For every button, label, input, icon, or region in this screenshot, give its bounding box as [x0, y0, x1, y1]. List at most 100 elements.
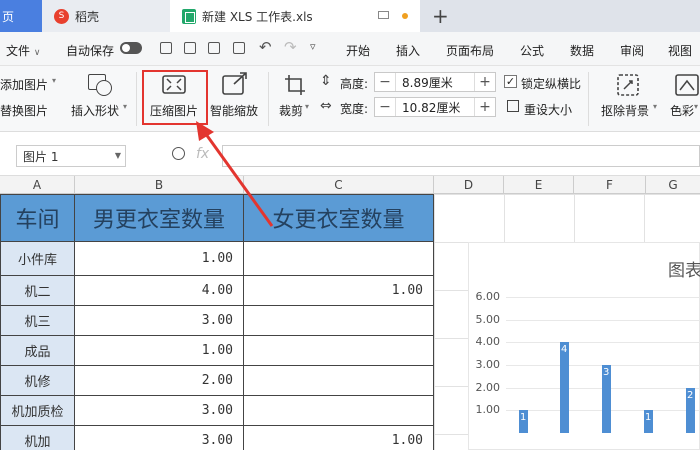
menu-start[interactable]: 开始: [346, 42, 370, 59]
table-cell-workshop[interactable]: 机三: [0, 306, 75, 336]
menu-formula[interactable]: 公式: [520, 42, 544, 59]
insert-shape-button[interactable]: 插入形状: [71, 102, 119, 119]
print-preview-icon[interactable]: [233, 42, 245, 54]
replace-image-button[interactable]: 替换图片: [0, 102, 48, 119]
smart-zoom-icon: [222, 72, 247, 95]
crop-button[interactable]: 裁剪: [279, 102, 303, 119]
lock-ratio-label: 锁定纵横比: [521, 77, 582, 91]
chevron-down-icon: ▾: [123, 102, 128, 111]
chevron-down-icon: ∨: [33, 48, 41, 58]
table-cell-workshop[interactable]: 机加质检: [0, 396, 75, 426]
table-cell-workshop[interactable]: 机加: [0, 426, 75, 450]
save-icon[interactable]: [160, 42, 172, 54]
unsaved-dot-icon: [402, 13, 408, 19]
menu-review[interactable]: 审阅: [620, 42, 644, 59]
table-cell-women[interactable]: 1.00: [244, 276, 434, 306]
chevron-down-icon: ▾: [694, 102, 699, 111]
compress-highlight-box: [142, 70, 208, 125]
column-header-b[interactable]: B: [75, 176, 244, 194]
monitor-icon[interactable]: [378, 11, 389, 19]
column-header-f[interactable]: F: [574, 176, 646, 194]
zoom-icon[interactable]: [172, 147, 185, 160]
name-box[interactable]: 图片 1 ▼: [16, 145, 126, 167]
table-cell-men[interactable]: 3.00: [75, 306, 244, 336]
menu-page-layout[interactable]: 页面布局: [446, 42, 494, 59]
table-cell-workshop[interactable]: 机修: [0, 366, 75, 396]
column-header-c[interactable]: C: [244, 176, 434, 194]
menu-bar: 文件 ∨ 自动保存 开始 插入 页面布局 公式 数据 审阅 视图: [0, 32, 700, 66]
y-tick-label: 6.00: [475, 290, 501, 303]
remove-background-icon: [617, 74, 639, 96]
chart-bar[interactable]: [560, 342, 569, 433]
tab-home[interactable]: 页: [0, 0, 42, 32]
height-increase-button[interactable]: +: [475, 74, 495, 90]
chart-title: 图表: [668, 261, 700, 281]
column-header-g[interactable]: G: [646, 176, 700, 194]
add-image-button[interactable]: 添加图片: [0, 76, 48, 93]
more-icon[interactable]: ▿: [310, 40, 316, 53]
height-input[interactable]: 8.89厘米: [395, 73, 475, 91]
width-decrease-button[interactable]: −: [375, 99, 395, 115]
print-icon[interactable]: [208, 42, 220, 54]
y-tick-label: 2.00: [475, 380, 501, 394]
table-cell-women[interactable]: [244, 242, 434, 276]
height-stepper[interactable]: − 8.89厘米 +: [374, 72, 496, 92]
crop-icon: [285, 75, 305, 95]
lock-ratio-checkbox[interactable]: ✓: [504, 75, 517, 88]
column-header-a[interactable]: A: [0, 176, 75, 194]
bar-data-label: 2: [687, 389, 694, 401]
ribbon-divider: [588, 72, 589, 126]
width-increase-button[interactable]: +: [475, 99, 495, 115]
gridline: [506, 297, 700, 298]
redo-icon[interactable]: ↷: [284, 38, 297, 56]
column-header-e[interactable]: E: [504, 176, 574, 194]
table-cell-men[interactable]: 4.00: [75, 276, 244, 306]
chart-object[interactable]: [468, 242, 700, 450]
table-cell-women[interactable]: [244, 396, 434, 426]
tab-docer[interactable]: S 稻壳: [42, 0, 170, 32]
table-cell-men[interactable]: 3.00: [75, 396, 244, 426]
export-icon[interactable]: [184, 42, 196, 54]
reset-size-icon: [507, 100, 519, 112]
table-header-men-locker[interactable]: 男更衣室数量: [75, 194, 244, 242]
table-header-workshop[interactable]: 车间: [0, 194, 75, 242]
color-button[interactable]: 色彩: [670, 102, 694, 119]
column-header-d[interactable]: D: [434, 176, 504, 194]
table-cell-workshop[interactable]: 机二: [0, 276, 75, 306]
smart-zoom-button[interactable]: 智能缩放: [210, 102, 258, 119]
gridline: [506, 342, 700, 344]
tab-file[interactable]: 新建 XLS 工作表.xls: [170, 0, 420, 32]
table-cell-women[interactable]: 1.00: [244, 426, 434, 450]
fx-label[interactable]: fx: [196, 146, 209, 162]
table-cell-men[interactable]: 2.00: [75, 366, 244, 396]
undo-icon[interactable]: ↶: [259, 38, 272, 56]
menu-insert[interactable]: 插入: [396, 42, 420, 59]
width-input[interactable]: 10.82厘米: [395, 98, 475, 116]
menu-view[interactable]: 视图: [668, 42, 692, 59]
autosave-toggle[interactable]: [120, 42, 142, 54]
add-tab-button[interactable]: +: [432, 4, 449, 28]
table-cell-women[interactable]: [244, 366, 434, 396]
chevron-down-icon[interactable]: ▼: [115, 151, 121, 160]
formula-input[interactable]: [222, 145, 700, 167]
menu-data[interactable]: 数据: [570, 42, 594, 59]
table-cell-women[interactable]: [244, 336, 434, 366]
table-cell-workshop[interactable]: 成品: [0, 336, 75, 366]
table-cell-men[interactable]: 1.00: [75, 242, 244, 276]
menu-file[interactable]: 文件 ∨: [6, 42, 40, 59]
table-cell-men[interactable]: 3.00: [75, 426, 244, 450]
tab-home-label: 页: [2, 9, 15, 24]
y-tick-label: 4.00: [475, 335, 501, 349]
autosave-label: 自动保存: [66, 44, 115, 58]
gridline: [506, 319, 700, 321]
remove-background-button[interactable]: 抠除背景: [601, 102, 649, 119]
table-cell-workshop[interactable]: 小件库: [0, 242, 75, 276]
shape-circle-icon: [96, 80, 112, 96]
table-header-women-locker[interactable]: 女更衣室数量: [244, 194, 434, 242]
width-stepper[interactable]: − 10.82厘米 +: [374, 97, 496, 117]
table-cell-women[interactable]: [244, 306, 434, 336]
height-decrease-button[interactable]: −: [375, 74, 395, 90]
width-label: 宽度:: [340, 102, 369, 116]
table-cell-men[interactable]: 1.00: [75, 336, 244, 366]
reset-size-button[interactable]: 重设大小: [524, 101, 572, 118]
